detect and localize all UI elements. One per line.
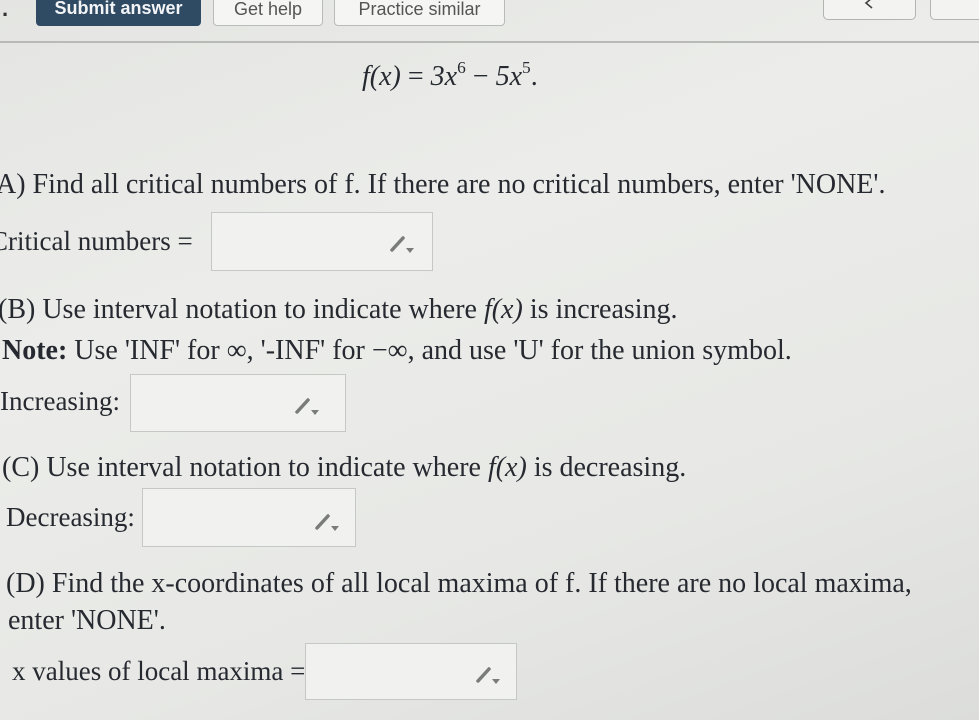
formula-period: . [530,61,538,92]
note-label: Note: [2,335,68,366]
part-b-prompt-suffix: is increasing. [522,294,678,325]
term1-base: 3x [430,61,458,92]
toolbar: . Submit answer Get help Practice simila… [0,0,979,30]
note-text: Use 'INF' for ∞, '-INF' for −∞, and use … [67,335,792,366]
chevron-left-icon [864,0,873,9]
previous-question-button[interactable] [823,0,916,20]
term2-exponent: 5 [522,57,531,77]
decreasing-input[interactable] [142,488,356,547]
submit-answer-button[interactable]: Submit answer [36,0,201,26]
part-b-prompt-prefix: (B) Use interval notation to indicate wh… [0,294,484,325]
pencil-dropdown-icon[interactable] [388,233,416,255]
decreasing-label: Decreasing: [6,502,135,532]
pencil-dropdown-icon[interactable] [313,511,341,533]
pencil-dropdown-icon[interactable] [293,395,321,417]
part-a-prompt: A) Find all critical numbers of f. If th… [0,169,886,200]
equals-sign: = [400,61,431,92]
toolbar-leading-mark: . [2,0,9,21]
critical-numbers-input[interactable] [211,212,433,271]
increasing-label: Increasing: [0,386,120,416]
next-question-button[interactable] [930,0,979,20]
pencil-dropdown-icon[interactable] [474,664,502,686]
function-definition: f(x) = 3x6 − 5x5. [362,57,538,94]
part-c-prompt-suffix: is decreasing. [526,452,687,483]
local-maxima-input[interactable] [305,643,517,700]
part-d-prompt-line1: (D) Find the x-coordinates of all local … [6,568,912,599]
term1-exponent: 6 [457,57,466,77]
toolbar-divider [0,41,979,43]
critical-numbers-label: Critical numbers = [0,226,193,256]
term2-base: 5x [495,61,523,92]
part-c-fx: f(x) [487,452,527,483]
part-b-fx: f(x) [483,294,523,325]
function-lhs: f(x) [362,61,401,92]
local-maxima-label: x values of local maxima = [12,656,306,686]
increasing-input[interactable] [130,374,346,432]
part-b-note: Note: Use 'INF' for ∞, '-INF' for −∞, an… [2,334,792,368]
part-b-prompt: (B) Use interval notation to indicate wh… [0,293,678,327]
part-c-prompt-prefix: (C) Use interval notation to indicate wh… [2,452,488,483]
practice-similar-button[interactable]: Practice similar [334,0,505,26]
get-help-button[interactable]: Get help [213,0,323,26]
minus-sign: − [465,61,496,92]
part-c-prompt: (C) Use interval notation to indicate wh… [2,451,686,485]
part-d-prompt-line2: enter 'NONE'. [8,605,166,636]
